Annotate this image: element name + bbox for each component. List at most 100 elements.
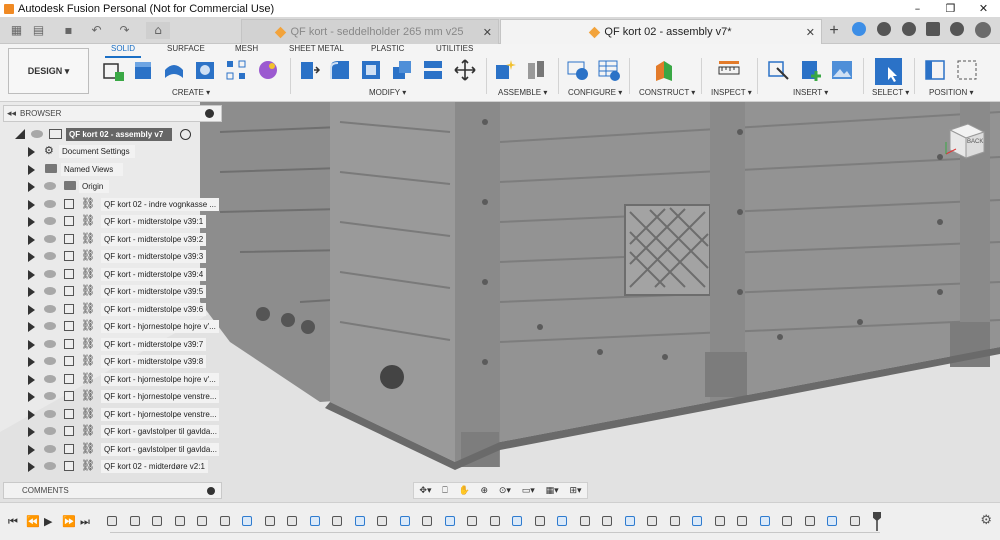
visibility-icon[interactable]	[31, 130, 43, 138]
expand-icon[interactable]	[28, 252, 35, 262]
visibility-icon[interactable]	[44, 427, 56, 435]
press-pull-icon[interactable]	[297, 58, 321, 82]
orbit-icon[interactable]: ✥▾	[419, 486, 431, 496]
collapse-panel-icon[interactable]: ◂◂	[7, 109, 16, 119]
pattern-icon[interactable]	[224, 58, 248, 82]
comments-panel[interactable]: COMMENTS	[3, 482, 222, 499]
timeline-feature[interactable]	[579, 516, 590, 526]
timeline-feature[interactable]	[647, 516, 657, 526]
expand-icon[interactable]	[28, 287, 35, 297]
create-menu[interactable]: CREATE ▾	[172, 88, 210, 97]
browser-item[interactable]: ⛓ QF kort - midterstolpe v39:7	[0, 336, 222, 353]
browser-item[interactable]: ⛓ QF kort - hjornestolpe hojre v'...	[0, 318, 222, 335]
split-body-icon[interactable]	[421, 58, 445, 82]
workspace-switcher[interactable]: DESIGN ▾	[8, 48, 89, 94]
visibility-icon[interactable]	[44, 182, 56, 190]
redo-icon[interactable]: ↷	[116, 22, 133, 39]
timeline-feature[interactable]	[422, 516, 432, 526]
viewcube[interactable]: BACK	[944, 120, 988, 160]
close-button[interactable]: ✕	[967, 0, 1000, 17]
expand-icon[interactable]	[28, 269, 35, 280]
combine-icon[interactable]	[390, 58, 414, 82]
activate-icon[interactable]	[180, 129, 191, 140]
visibility-icon[interactable]	[44, 217, 56, 225]
inspect-menu[interactable]: INSPECT ▾	[711, 88, 752, 97]
timeline-feature[interactable]	[467, 516, 477, 526]
timeline-forward-icon[interactable]: ⏩	[62, 515, 76, 528]
expand-icon[interactable]	[28, 374, 35, 385]
expand-icon[interactable]	[28, 339, 35, 350]
browser-item[interactable]: Origin	[0, 178, 222, 195]
help-icon[interactable]	[950, 22, 964, 36]
capture-position-icon[interactable]	[923, 58, 947, 82]
tab-seddelholder[interactable]: QF kort - seddelholder 265 mm v25 ✕	[241, 19, 499, 44]
app-grid-icon[interactable]: ▦	[8, 22, 25, 39]
visibility-icon[interactable]	[44, 374, 56, 383]
timeline-feature[interactable]	[737, 516, 747, 526]
visibility-icon[interactable]	[44, 339, 56, 348]
revolve-icon[interactable]	[162, 58, 186, 82]
tab-solid[interactable]: SOLID	[104, 44, 142, 58]
visibility-icon[interactable]	[44, 252, 56, 260]
tab-surface[interactable]: SURFACE	[167, 44, 205, 54]
position-menu[interactable]: POSITION ▾	[929, 88, 973, 97]
expand-icon[interactable]	[28, 199, 35, 210]
tab-mesh[interactable]: MESH	[235, 44, 258, 54]
create-sketch-icon[interactable]	[101, 58, 125, 82]
tab-sheet-metal[interactable]: SHEET METAL	[289, 44, 344, 54]
visibility-icon[interactable]	[44, 357, 56, 365]
timeline-feature[interactable]	[152, 516, 162, 526]
visibility-icon[interactable]	[44, 234, 56, 243]
tab-plastic[interactable]: PLASTIC	[371, 44, 404, 54]
browser-item[interactable]: ⛓ QF kort - gavlstolper til gavlda...	[0, 441, 222, 458]
timeline-feature[interactable]	[399, 516, 410, 526]
timeline-feature[interactable]	[534, 516, 545, 526]
insert-menu[interactable]: INSERT ▾	[793, 88, 828, 97]
timeline-feature[interactable]	[669, 516, 680, 526]
select-icon[interactable]	[875, 58, 902, 85]
look-at-icon[interactable]: ⎕	[442, 486, 447, 496]
timeline-feature[interactable]	[759, 516, 770, 526]
timeline-settings-icon[interactable]: ⚙	[980, 513, 992, 528]
timeline-feature[interactable]	[129, 516, 140, 526]
expand-icon[interactable]	[28, 392, 35, 402]
close-tab-icon[interactable]: ✕	[806, 26, 815, 39]
file-menu-icon[interactable]: ▤	[30, 22, 47, 39]
job-status-icon[interactable]	[877, 22, 891, 36]
browser-root[interactable]: QF kort 02 - assembly v7	[0, 126, 222, 143]
browser-item[interactable]: ⛓ QF kort 02 - indre vognkasse ...	[0, 196, 222, 213]
expand-icon[interactable]	[28, 444, 35, 455]
maximize-button[interactable]: ❐	[934, 0, 967, 17]
timeline-feature[interactable]	[692, 516, 702, 526]
timeline-feature[interactable]	[782, 516, 792, 526]
timeline-feature[interactable]	[624, 516, 635, 526]
visibility-icon[interactable]	[44, 322, 56, 330]
insert-component-icon[interactable]	[799, 58, 823, 82]
timeline-feature[interactable]	[309, 516, 320, 526]
timeline-feature[interactable]	[444, 516, 455, 526]
close-tab-icon[interactable]: ✕	[483, 26, 492, 39]
user-avatar[interactable]	[975, 22, 991, 38]
visibility-icon[interactable]	[44, 392, 56, 400]
timeline-feature[interactable]	[264, 516, 275, 526]
visibility-icon[interactable]	[44, 444, 56, 453]
measure-icon[interactable]	[717, 58, 741, 82]
timeline-feature[interactable]	[107, 516, 117, 526]
select-menu[interactable]: SELECT ▾	[872, 88, 909, 97]
expand-icon[interactable]	[28, 427, 35, 437]
expand-icon[interactable]	[28, 462, 35, 472]
undo-icon[interactable]: ↶	[88, 22, 105, 39]
assemble-menu[interactable]: ASSEMBLE ▾	[498, 88, 547, 97]
save-icon[interactable]: ▪	[60, 22, 77, 39]
offset-plane-icon[interactable]	[652, 58, 676, 82]
browser-item[interactable]: ⚙ Document Settings	[0, 143, 222, 160]
fit-icon[interactable]: ⊙▾	[499, 486, 511, 496]
expand-icon[interactable]	[28, 217, 35, 227]
tab-utilities[interactable]: UTILITIES	[436, 44, 473, 54]
browser-item[interactable]: ⛓ QF kort 02 - midterdøre v2:1	[0, 458, 222, 475]
shell-icon[interactable]	[359, 58, 383, 82]
expand-icon[interactable]	[28, 234, 35, 245]
browser-item[interactable]: ⛓ QF kort - hjornestolpe venstre...	[0, 388, 222, 405]
timeline-feature[interactable]	[332, 516, 342, 526]
notifications-icon[interactable]	[926, 22, 940, 36]
